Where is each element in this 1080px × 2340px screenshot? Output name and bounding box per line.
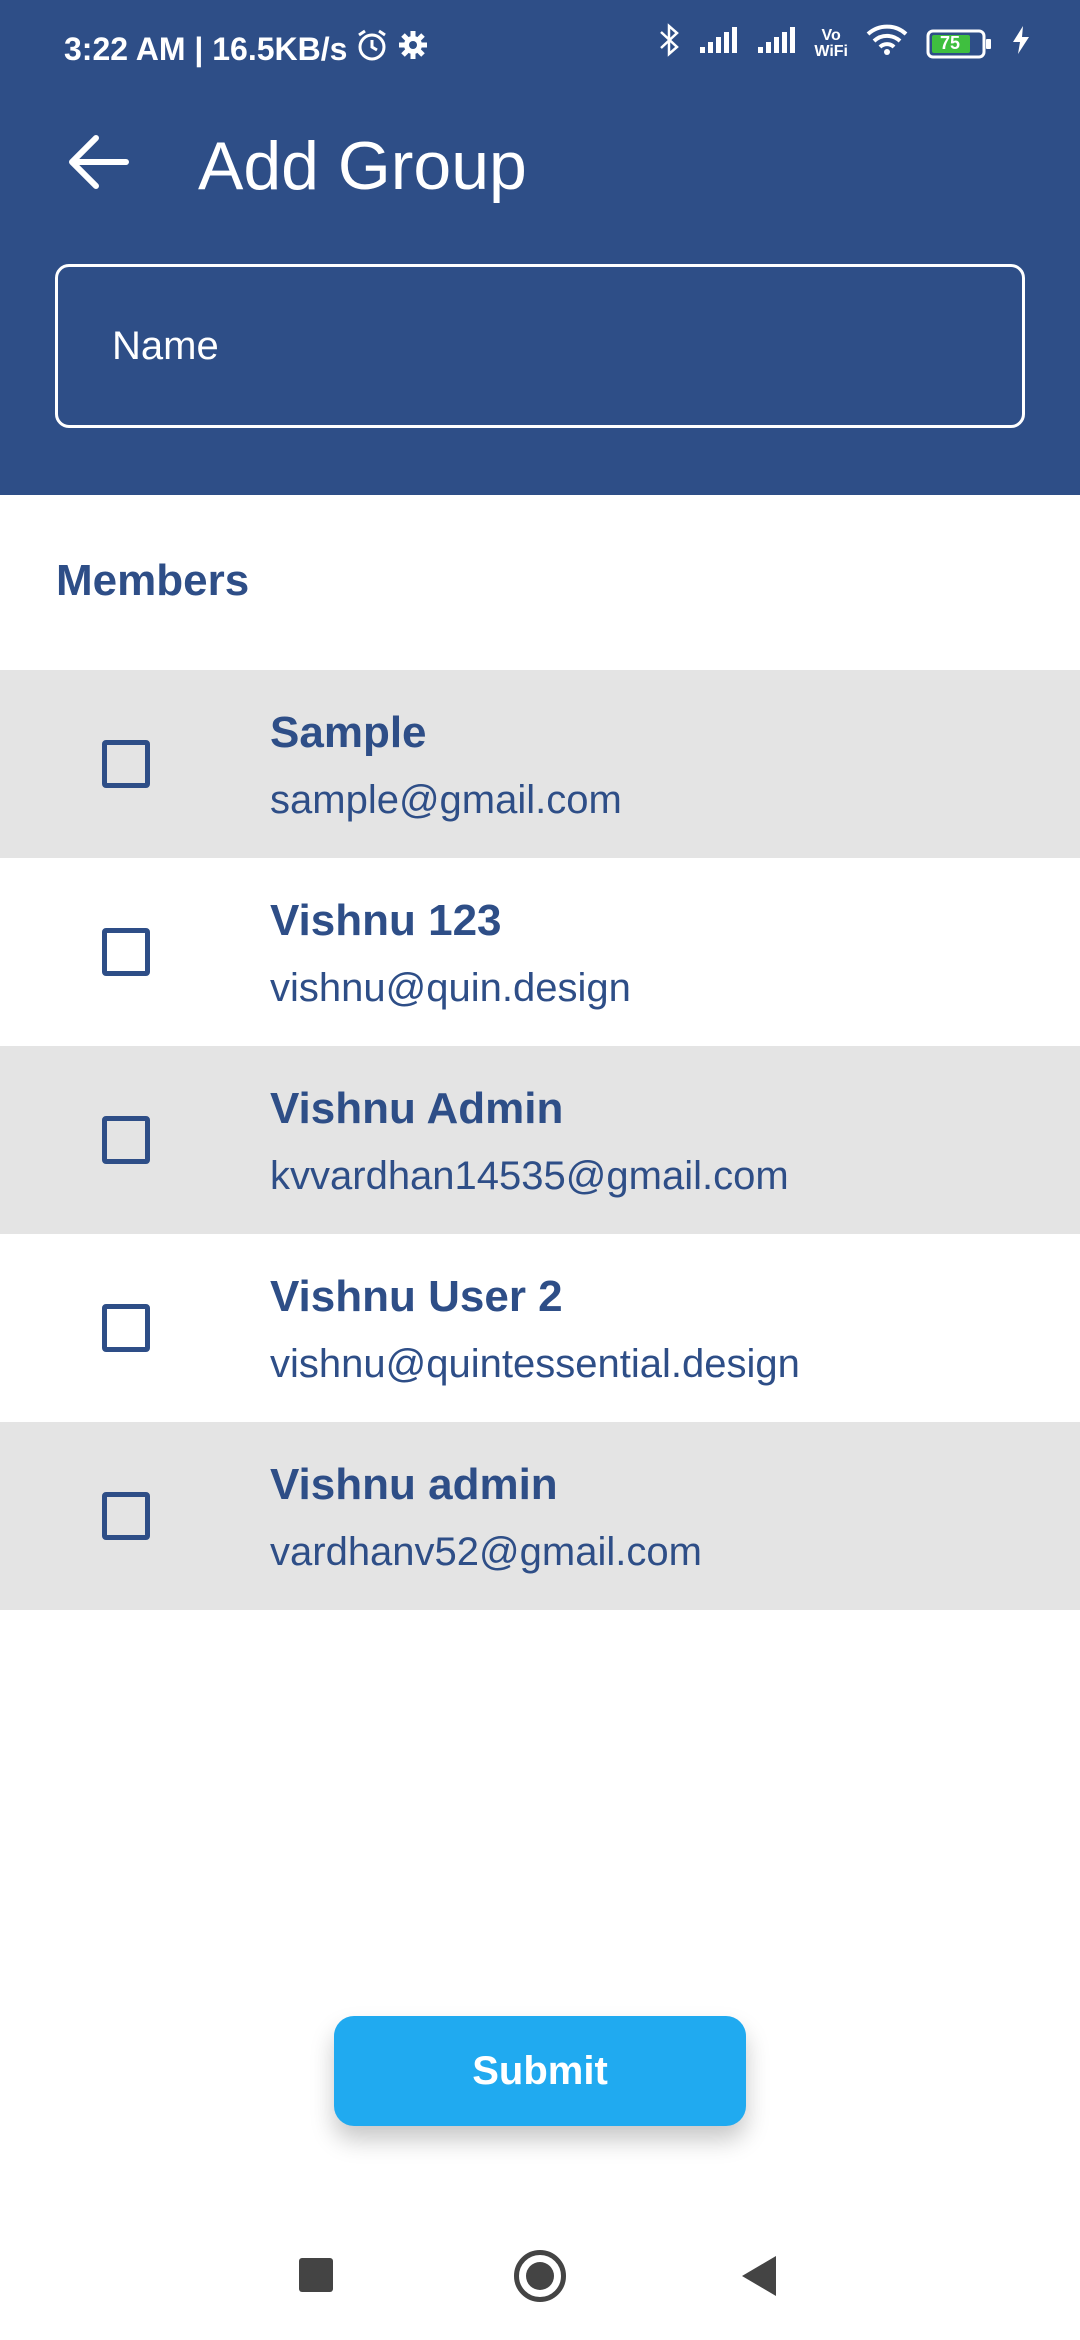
wifi-icon <box>866 24 908 64</box>
member-row[interactable]: Sample sample@gmail.com <box>0 670 1080 858</box>
system-nav-bar <box>0 2220 1080 2340</box>
header: 3:22 AM | 16.5KB/s Vo WiFi 75 Add Group … <box>0 0 1080 495</box>
member-email: vishnu@quintessential.design <box>270 1342 800 1386</box>
name-input[interactable] <box>58 267 1022 425</box>
member-email: vishnu@quin.design <box>270 966 631 1010</box>
status-right: Vo WiFi 75 <box>658 22 1032 66</box>
submit-button[interactable]: Submit <box>334 2016 746 2126</box>
member-name: Vishnu Admin <box>270 1084 564 1133</box>
member-name: Sample <box>270 708 427 757</box>
member-row[interactable]: Vishnu 123 vishnu@quin.design <box>0 858 1080 1046</box>
page-title: Add Group <box>198 128 527 204</box>
name-field[interactable] <box>55 264 1025 428</box>
member-email: kvvardhan14535@gmail.com <box>270 1154 789 1198</box>
member-checkbox[interactable] <box>102 1492 150 1540</box>
back-triangle-icon[interactable] <box>742 2256 776 2296</box>
members-heading: Members <box>56 556 250 605</box>
member-name: Vishnu User 2 <box>270 1272 563 1321</box>
vowifi-label-top: Vo <box>821 27 841 44</box>
member-row[interactable]: Vishnu User 2 vishnu@quintessential.desi… <box>0 1234 1080 1422</box>
status-left: 3:22 AM | 16.5KB/s <box>64 28 429 70</box>
battery-icon: 75 <box>926 29 992 59</box>
member-checkbox[interactable] <box>102 928 150 976</box>
status-bar: 3:22 AM | 16.5KB/s Vo WiFi 75 <box>0 0 1080 96</box>
member-checkbox[interactable] <box>102 740 150 788</box>
back-button[interactable] <box>58 122 138 202</box>
app-bar: Add Group <box>0 110 1080 220</box>
member-row[interactable]: Vishnu Admin kvvardhan14535@gmail.com <box>0 1046 1080 1234</box>
members-list: Sample sample@gmail.com Vishnu 123 vishn… <box>0 670 1080 1610</box>
vowifi-label-bottom: WiFi <box>814 43 848 60</box>
member-email: sample@gmail.com <box>270 778 622 822</box>
member-checkbox[interactable] <box>102 1116 150 1164</box>
status-time-speed: 3:22 AM | 16.5KB/s <box>64 30 348 67</box>
charging-icon <box>1010 24 1032 64</box>
signal-icon <box>756 25 796 63</box>
recent-apps-icon[interactable] <box>299 2258 333 2292</box>
signal-icon <box>698 25 738 63</box>
bluetooth-icon <box>658 22 680 66</box>
member-email: vardhanv52@gmail.com <box>270 1530 702 1574</box>
member-name: Vishnu admin <box>270 1460 558 1509</box>
vowifi-icon: Vo WiFi <box>814 28 848 60</box>
battery-level: 75 <box>940 33 961 53</box>
member-name: Vishnu 123 <box>270 896 502 945</box>
home-icon[interactable] <box>514 2250 566 2302</box>
member-row[interactable]: Vishnu admin vardhanv52@gmail.com <box>0 1422 1080 1610</box>
alarm-icon <box>355 28 389 70</box>
member-checkbox[interactable] <box>102 1304 150 1352</box>
arrow-left-icon <box>69 135 129 189</box>
settings-gear-icon <box>397 29 429 69</box>
